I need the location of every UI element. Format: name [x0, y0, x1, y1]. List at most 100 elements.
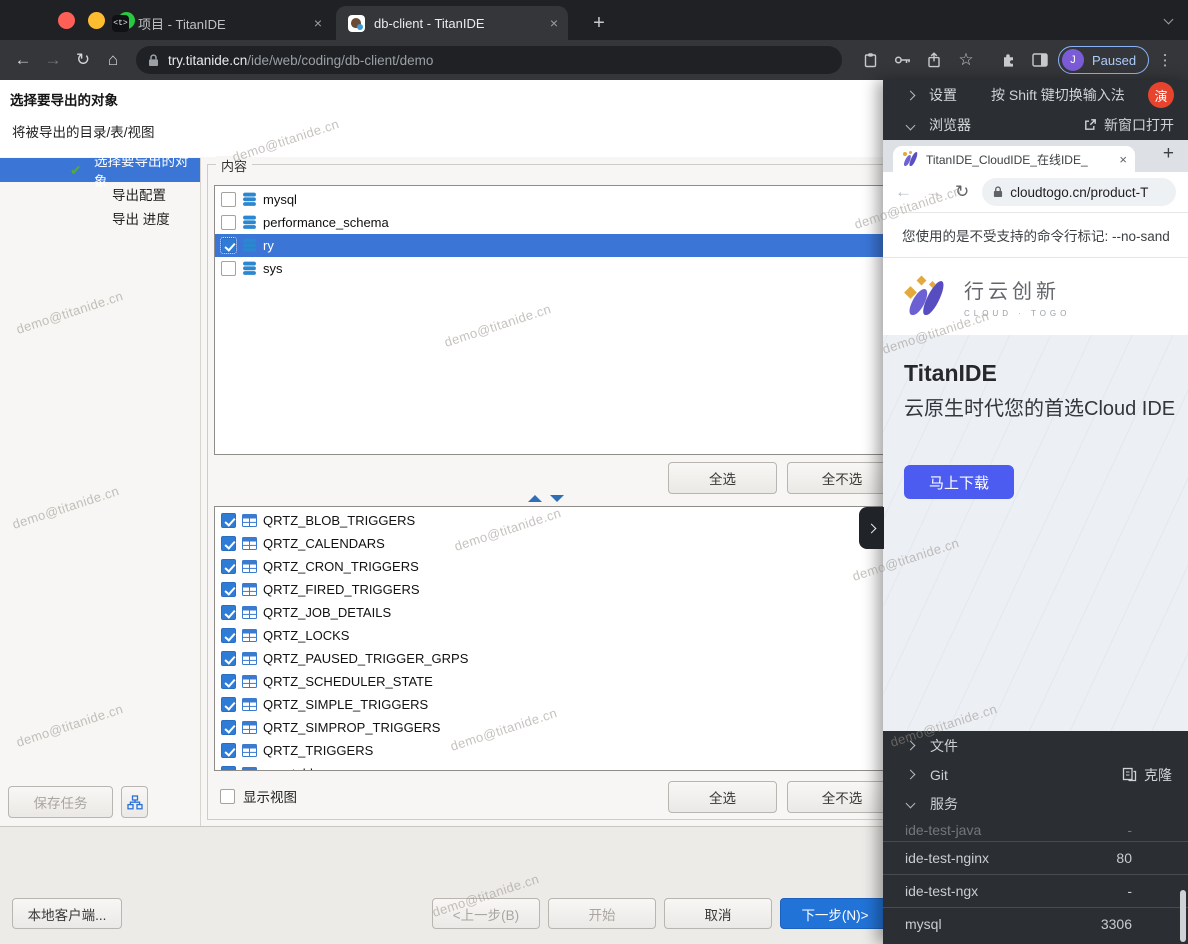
table-checkbox[interactable]	[221, 674, 236, 689]
previous-step-button[interactable]: <上一步(B)	[432, 898, 540, 929]
back-icon[interactable]: ←	[895, 182, 912, 202]
tab-close-icon[interactable]: ×	[314, 15, 322, 31]
brand-subtitle: CLOUD · TOGO	[964, 309, 1070, 318]
table-checkbox[interactable]	[221, 513, 236, 528]
next-step-button[interactable]: 下一步(N)>	[780, 898, 883, 929]
select-all-button[interactable]: 全选	[668, 781, 777, 813]
select-all-button[interactable]: 全选	[668, 462, 777, 494]
address-bar[interactable]: try.titanide.cn/ide/web/coding/db-client…	[136, 46, 842, 74]
service-row[interactable]: ide-test-ngx -	[883, 874, 1188, 907]
new-tab-button[interactable]: +	[585, 9, 613, 37]
schema-row[interactable]: ry	[215, 234, 883, 257]
open-new-window-button[interactable]: 新窗口打开	[1083, 115, 1174, 135]
table-checkbox[interactable]	[221, 766, 236, 771]
table-row[interactable]: QRTZ_FIRED_TRIGGERS	[215, 578, 883, 601]
table-icon	[242, 513, 257, 528]
service-row[interactable]: ide-test-java -	[883, 818, 1188, 841]
services-section-header[interactable]: 服务	[883, 789, 1188, 818]
table-checkbox[interactable]	[221, 651, 236, 666]
wizard-step[interactable]: ✔ 选择要导出的对象	[0, 158, 200, 182]
schema-row[interactable]: mysql	[215, 188, 883, 211]
database-icon	[242, 192, 257, 207]
browser-tab-dbclient[interactable]: db-client - TitanIDE ×	[336, 6, 568, 40]
service-row[interactable]: mysql 3306	[883, 907, 1188, 940]
address-bar[interactable]: cloudtogo.cn/product-T	[982, 178, 1176, 206]
table-checkbox[interactable]	[221, 628, 236, 643]
service-name: ide-test-ngx	[905, 883, 978, 899]
save-task-button[interactable]: 保存任务	[8, 786, 113, 818]
table-row[interactable]: QRTZ_JOB_DETAILS	[215, 601, 883, 624]
table-row[interactable]: QRTZ_PAUSED_TRIGGER_GRPS	[215, 647, 883, 670]
list-splitter[interactable]	[208, 492, 883, 504]
preview-tab[interactable]: TitanIDE_CloudIDE_在线IDE_ ×	[893, 146, 1135, 172]
cancel-button[interactable]: 取消	[664, 898, 772, 929]
table-icon	[242, 628, 257, 643]
reload-icon[interactable]: ↻	[955, 182, 969, 202]
extensions-puzzle-icon[interactable]	[992, 46, 1024, 74]
scrollbar-thumb[interactable]	[1180, 890, 1186, 942]
settings-section-header[interactable]: 设置 按 Shift 键切换输入法 演	[883, 80, 1188, 110]
local-client-button[interactable]: 本地客户端...	[12, 898, 122, 929]
home-icon[interactable]: ⌂	[98, 50, 128, 70]
reload-icon[interactable]: ↻	[68, 50, 98, 70]
tab-search-chevron-icon[interactable]	[1164, 15, 1174, 25]
select-none-button[interactable]: 全不选	[787, 781, 883, 813]
service-row[interactable]: ide-test-nginx 80	[883, 841, 1188, 874]
browser-menu-icon[interactable]: ⋮	[1153, 51, 1177, 69]
git-section-header[interactable]: Git 克隆	[883, 760, 1188, 789]
table-checkbox[interactable]	[221, 697, 236, 712]
demo-badge[interactable]: 演	[1148, 82, 1174, 108]
forward-icon[interactable]: →	[38, 50, 68, 70]
select-none-button[interactable]: 全不选	[787, 462, 883, 494]
clipboard-icon[interactable]	[854, 46, 886, 74]
download-button[interactable]: 马上下载	[904, 465, 1014, 499]
schema-checkbox[interactable]	[221, 215, 236, 230]
table-row[interactable]: QRTZ_CALENDARS	[215, 532, 883, 555]
task-diagram-button[interactable]	[121, 786, 148, 818]
side-panel-icon[interactable]	[1024, 46, 1056, 74]
table-row[interactable]: gen_table	[215, 762, 883, 771]
splitter-down-icon[interactable]	[550, 495, 564, 502]
table-row[interactable]: QRTZ_CRON_TRIGGERS	[215, 555, 883, 578]
table-checkbox[interactable]	[221, 582, 236, 597]
table-row[interactable]: QRTZ_BLOB_TRIGGERS	[215, 509, 883, 532]
schema-row[interactable]: performance_schema	[215, 211, 883, 234]
window-close-button[interactable]	[58, 12, 75, 29]
splitter-up-icon[interactable]	[528, 495, 542, 502]
browser-tab-project[interactable]: <t> 项目 - TitanIDE ×	[100, 6, 332, 40]
bookmark-star-icon[interactable]: ☆	[950, 46, 982, 74]
share-icon[interactable]	[918, 46, 950, 74]
table-checkbox[interactable]	[221, 559, 236, 574]
table-row[interactable]: QRTZ_SIMPLE_TRIGGERS	[215, 693, 883, 716]
tab-close-icon[interactable]: ×	[550, 15, 558, 31]
panel-collapse-handle[interactable]	[859, 507, 884, 549]
schema-checkbox[interactable]	[221, 261, 236, 276]
wizard-step[interactable]: ✔ 导出配置	[0, 182, 200, 206]
table-checkbox[interactable]	[221, 536, 236, 551]
git-clone-button[interactable]: 克隆	[1122, 765, 1172, 785]
forward-icon[interactable]: →	[925, 182, 942, 202]
new-tab-button[interactable]: +	[1163, 143, 1174, 165]
password-key-icon[interactable]	[886, 46, 918, 74]
table-row[interactable]: QRTZ_SCHEDULER_STATE	[215, 670, 883, 693]
schema-checkbox[interactable]	[221, 192, 236, 207]
show-views-checkbox[interactable]	[220, 789, 235, 804]
service-name: mysql	[905, 916, 942, 932]
tab-close-icon[interactable]: ×	[1119, 152, 1127, 167]
table-checkbox[interactable]	[221, 605, 236, 620]
table-checkbox[interactable]	[221, 720, 236, 735]
table-row[interactable]: QRTZ_TRIGGERS	[215, 739, 883, 762]
database-icon	[242, 238, 257, 253]
table-checkbox[interactable]	[221, 743, 236, 758]
browser-section-header[interactable]: 浏览器 新窗口打开	[883, 110, 1188, 140]
schema-checkbox[interactable]	[221, 238, 236, 253]
service-name: ide-test-nginx	[905, 850, 989, 866]
table-row[interactable]: QRTZ_LOCKS	[215, 624, 883, 647]
profile-paused-button[interactable]: J Paused	[1058, 46, 1149, 74]
wizard-step[interactable]: ✔ 导出 进度	[0, 206, 200, 230]
files-section-header[interactable]: 文件	[883, 731, 1188, 760]
table-row[interactable]: QRTZ_SIMPROP_TRIGGERS	[215, 716, 883, 739]
back-icon[interactable]: ←	[8, 50, 38, 70]
schema-row[interactable]: sys	[215, 257, 883, 280]
start-button[interactable]: 开始	[548, 898, 656, 929]
